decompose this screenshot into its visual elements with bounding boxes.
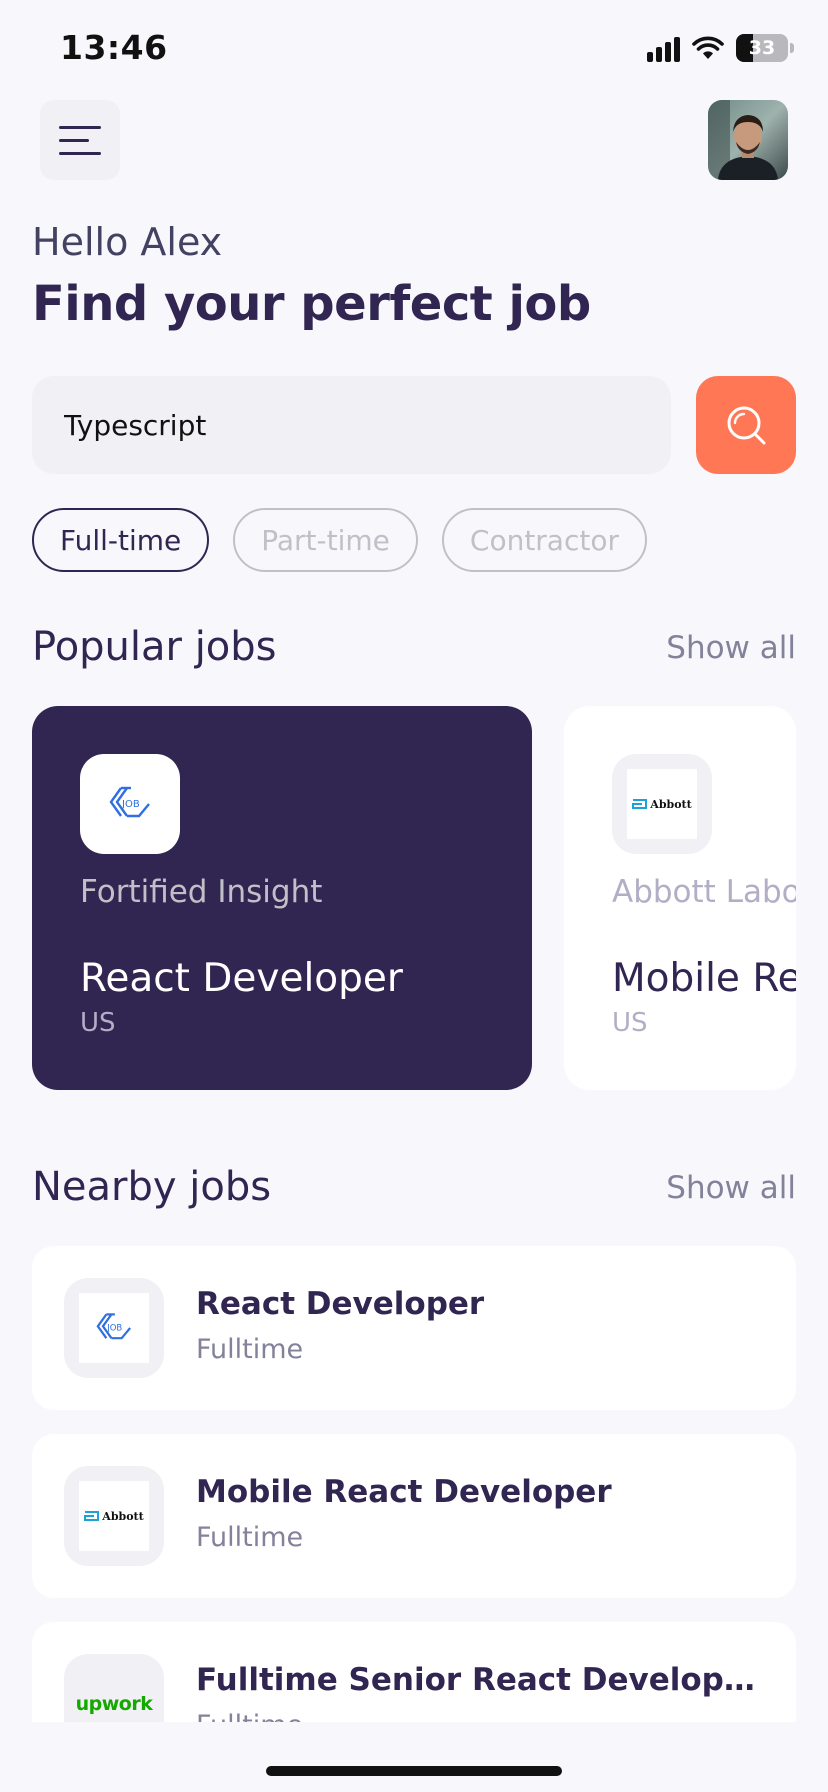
svg-text:JOB: JOB	[121, 799, 140, 810]
wifi-icon	[692, 36, 724, 59]
nearby-job-card[interactable]: JOB React Developer Fulltime	[32, 1246, 796, 1410]
avatar-image	[708, 100, 788, 180]
home-indicator[interactable]	[266, 1766, 562, 1776]
search-input[interactable]	[64, 408, 671, 442]
company-name: Abbott Labo	[612, 874, 796, 910]
greeting-text: Hello Alex	[32, 220, 223, 264]
abbott-mark-icon	[632, 799, 648, 809]
job-logo-icon: JOB	[109, 786, 150, 818]
popular-job-card[interactable]: Abbott Abbott Labo Mobile Re US	[564, 706, 796, 1090]
status-time: 13:46	[60, 28, 168, 67]
tab-contractor[interactable]: Contractor	[441, 508, 647, 572]
user-avatar[interactable]	[708, 100, 788, 180]
job-title: React Developer	[196, 1286, 485, 1322]
nearby-job-card[interactable]: upwork Fulltime Senior React Developer (…	[32, 1622, 796, 1722]
job-location: US	[80, 1008, 116, 1038]
popular-show-all-link[interactable]: Show all	[666, 630, 796, 666]
company-name: Fortified Insight	[80, 874, 323, 910]
tab-full-time[interactable]: Full-time	[32, 508, 210, 572]
job-title: Mobile React Developer	[196, 1474, 612, 1510]
abbott-wordmark: Abbott	[102, 1509, 144, 1523]
job-type-tabs: Full-time Part-time Contractor	[32, 508, 647, 572]
nearby-job-card[interactable]: Abbott Mobile React Developer Fulltime	[32, 1434, 796, 1598]
status-bar: 13:46 33	[0, 0, 828, 100]
menu-icon-line	[59, 151, 101, 155]
page-title: Find your perfect job	[32, 276, 591, 332]
tab-part-time[interactable]: Part-time	[233, 508, 418, 572]
popular-jobs-title: Popular jobs	[32, 624, 277, 670]
job-title: React Developer	[80, 956, 403, 1001]
bottom-safe-area	[0, 1722, 828, 1792]
abbott-mark-icon	[84, 1511, 100, 1521]
menu-icon-line	[59, 138, 89, 142]
menu-button[interactable]	[40, 100, 120, 180]
job-logo-icon: JOB	[79, 1293, 149, 1363]
svg-text:JOB: JOB	[106, 1324, 122, 1334]
battery-icon: 33	[736, 34, 788, 62]
search-box[interactable]	[32, 376, 671, 474]
job-title: Fulltime Senior React Developer (...	[196, 1662, 756, 1698]
search-icon	[727, 406, 766, 445]
search-button[interactable]	[696, 376, 796, 474]
company-logo: upwork	[64, 1654, 164, 1722]
job-type: Fulltime	[196, 1334, 304, 1365]
popular-job-card[interactable]: JOB Fortified Insight React Developer US	[32, 706, 532, 1090]
nearby-jobs-title: Nearby jobs	[32, 1164, 272, 1210]
abbott-wordmark: Abbott	[650, 797, 692, 811]
nearby-show-all-link[interactable]: Show all	[666, 1170, 796, 1206]
menu-icon	[59, 125, 101, 129]
company-logo: Abbott	[612, 754, 712, 854]
abbott-logo-icon: Abbott	[79, 1481, 149, 1551]
company-logo: JOB	[64, 1278, 164, 1378]
status-icons: 33	[647, 34, 794, 62]
company-logo: JOB	[80, 754, 180, 854]
job-location: US	[612, 1008, 648, 1038]
abbott-logo-icon: Abbott	[627, 769, 697, 839]
cellular-signal-icon	[647, 34, 680, 62]
upwork-logo-icon: upwork	[75, 1693, 153, 1715]
battery-tip	[790, 43, 794, 53]
job-logo-mark-icon: JOB	[96, 1313, 131, 1340]
job-type: Fulltime	[196, 1522, 304, 1553]
company-logo: Abbott	[64, 1466, 164, 1566]
battery-percent: 33	[748, 37, 776, 59]
screen: 13:46 33 Hello Alex Find your perfect jo…	[0, 0, 828, 1792]
nearby-job-list: JOB React Developer Fulltime Abbott Mobi…	[32, 1246, 796, 1722]
job-title: Mobile Re	[612, 956, 796, 1001]
job-type: Fulltime	[196, 1710, 303, 1722]
